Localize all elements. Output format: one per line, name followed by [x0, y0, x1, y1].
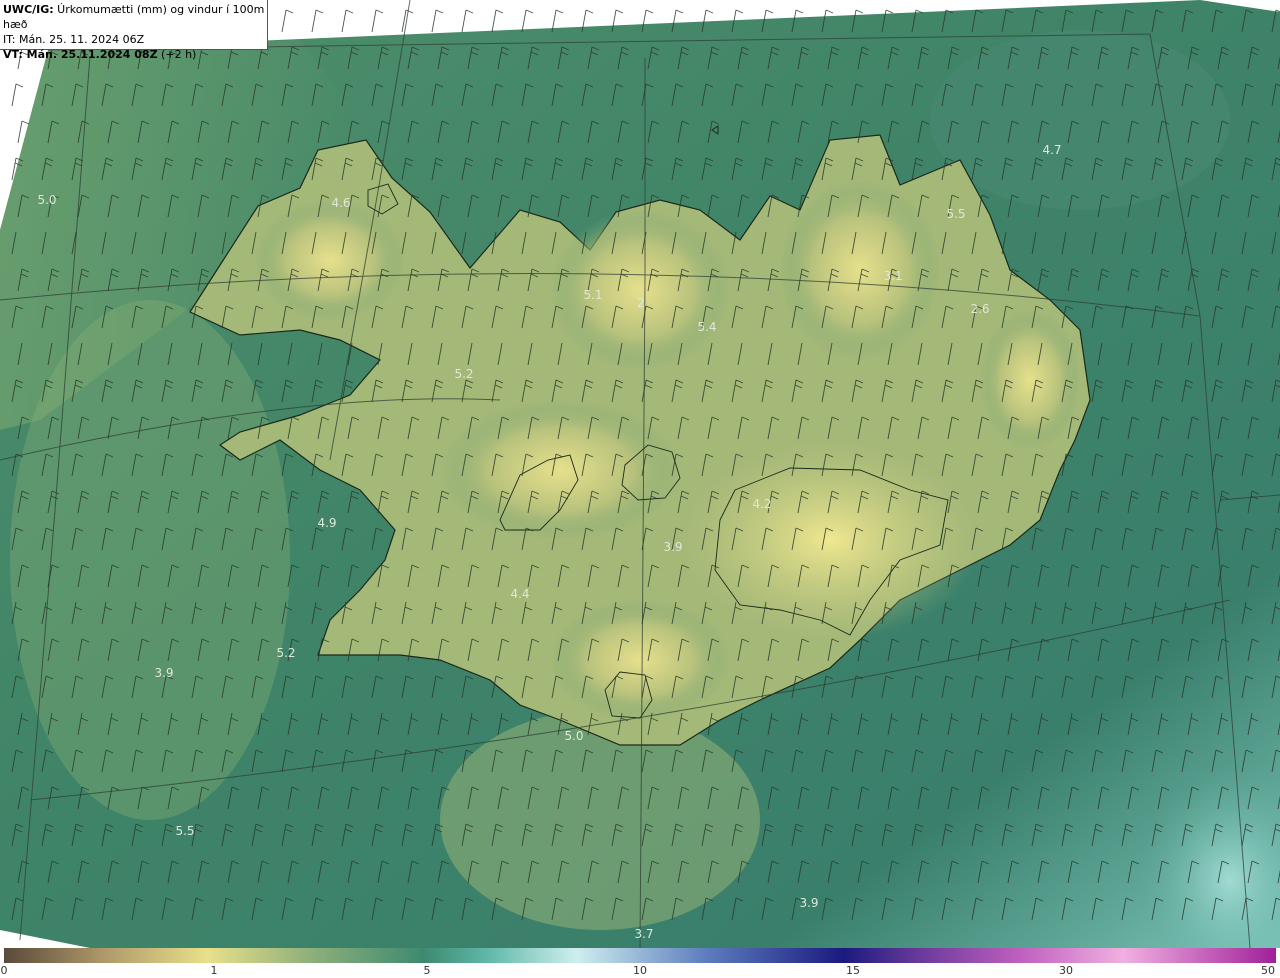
value-label: 5.2 — [454, 367, 473, 381]
value-label: 3.9 — [154, 666, 173, 680]
value-label: 4.2 — [752, 497, 771, 511]
colorbar-tick: 10 — [633, 964, 647, 977]
value-label: 5.4 — [697, 320, 716, 334]
value-label: 2 — [637, 296, 645, 310]
init-time: IT: Mán. 25. 11. 2024 06Z — [3, 33, 145, 46]
map-title: UWC/IG: Úrkomumætti (mm) og vindur í 100… — [3, 2, 267, 32]
value-label: 4.6 — [331, 196, 350, 210]
colorbar-tick: 30 — [1059, 964, 1073, 977]
precipitation-colorbar: 0 1 5 10 15 30 50 — [0, 948, 1280, 978]
value-label: 5.5 — [175, 824, 194, 838]
value-label: 4.7 — [1042, 143, 1061, 157]
colorbar-tick: 0 — [0, 964, 8, 977]
value-label: 5.5 — [946, 207, 965, 221]
map-info-box: UWC/IG: Úrkomumætti (mm) og vindur í 100… — [0, 0, 268, 61]
forecast-offset: (+2 h) — [157, 48, 197, 61]
value-label: 4.4 — [510, 587, 529, 601]
valid-time: VT: Mán. 25.11.2024 08Z (+2 h) — [3, 47, 267, 62]
value-label: 5.1 — [583, 288, 602, 302]
value-label: 3.1 — [883, 269, 902, 283]
valid-time-value: VT: Mán. 25.11.2024 08Z — [3, 48, 158, 61]
model-code: UWC/IG: — [3, 3, 54, 16]
value-label: 5.2 — [276, 646, 295, 660]
value-label: 4.9 — [317, 516, 336, 530]
value-label: 5.0 — [37, 193, 56, 207]
colorbar-tick: 15 — [846, 964, 860, 977]
value-label: 3.9 — [663, 540, 682, 554]
value-label: 3.7 — [634, 927, 653, 941]
colorbar-tick: 50 — [1261, 964, 1275, 977]
colorbar-strip — [4, 948, 1276, 963]
weather-map: 5.0 4.6 5.1 2 5.4 3.1 5.5 4.7 2.6 5.2 4.9 4.4 3.9 5.2… — [0, 0, 1280, 948]
value-label: 3.9 — [799, 896, 818, 910]
value-label: 5.0 — [564, 729, 583, 743]
colorbar-tick: 5 — [423, 964, 431, 977]
colorbar-tick: 1 — [210, 964, 218, 977]
value-label: 2.6 — [970, 302, 989, 316]
